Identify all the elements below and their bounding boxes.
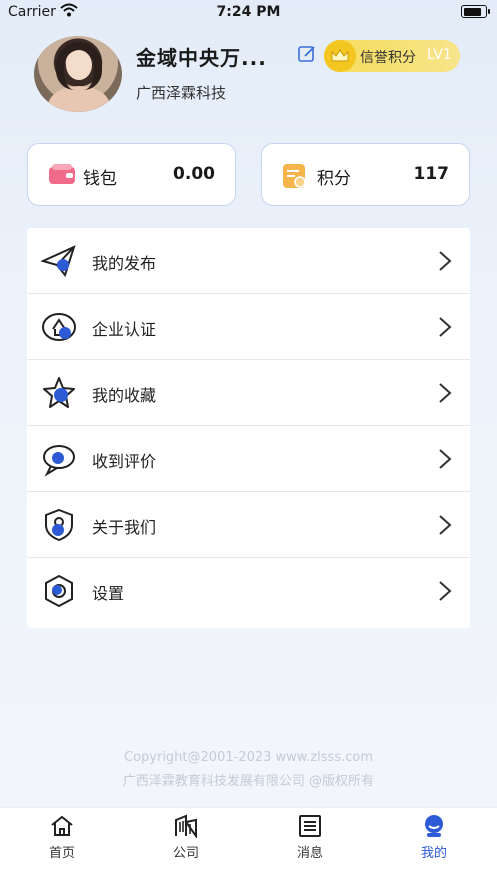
menu-list: 我的发布 企业认证 我的收藏 收到评价 关于我们 设置 — [27, 228, 470, 628]
wallet-icon — [48, 163, 75, 187]
wallet-label: 钱包 — [83, 169, 117, 189]
avatar[interactable] — [34, 36, 122, 112]
menu-item-label: 收到评价 — [92, 452, 157, 471]
message-list-icon — [298, 814, 322, 838]
tab-label: 我的 — [420, 846, 447, 861]
chevron-right-icon — [438, 382, 452, 404]
credit-badge[interactable]: 信誉积分 LV1 — [324, 40, 460, 72]
tab-label: 公司 — [172, 846, 199, 861]
wallet-card[interactable]: 钱包 0.00 — [27, 143, 236, 206]
enterprise-cert-icon — [41, 309, 77, 345]
menu-item-favorites[interactable]: 我的收藏 — [27, 360, 470, 426]
tab-messages[interactable]: 消息 — [248, 808, 372, 868]
menu-item-reviews[interactable]: 收到评价 — [27, 426, 470, 492]
points-card[interactable]: 积分 117 — [261, 143, 470, 206]
chevron-right-icon — [438, 448, 452, 470]
chevron-right-icon — [438, 316, 452, 338]
points-label: 积分 — [317, 169, 351, 189]
tab-profile[interactable]: 我的 — [372, 808, 496, 868]
chevron-right-icon — [438, 514, 452, 536]
chat-bubble-icon — [41, 441, 77, 477]
user-name: 金域中央万... — [136, 46, 267, 70]
tab-home[interactable]: 首页 — [0, 808, 124, 868]
chevron-right-icon — [438, 250, 452, 272]
menu-item-settings[interactable]: 设置 — [27, 558, 470, 624]
tab-label: 消息 — [296, 846, 323, 861]
company-copyright-text: 广西泽霖教育科技发展有限公司 @版权所有 — [122, 774, 375, 789]
tab-label: 首页 — [48, 846, 75, 861]
menu-item-about-us[interactable]: 关于我们 — [27, 492, 470, 558]
chevron-right-icon — [438, 580, 452, 602]
edit-icon[interactable] — [297, 44, 317, 64]
profile-header: 金域中央万... 广西泽霖科技 信誉积分 LV1 — [0, 32, 497, 122]
menu-item-label: 企业认证 — [92, 320, 157, 339]
credit-label: 信誉积分 — [360, 50, 416, 66]
menu-item-label: 我的收藏 — [92, 386, 157, 405]
star-icon — [41, 375, 77, 411]
menu-item-label: 我的发布 — [92, 254, 157, 273]
tab-bar: 首页 公司 消息 我的 — [0, 807, 497, 883]
profile-icon — [422, 814, 446, 838]
battery-icon — [461, 5, 490, 18]
copyright-text: Copyright@2001-2023 www.zlsss.com — [124, 750, 373, 765]
points-icon — [282, 163, 308, 188]
home-icon — [50, 814, 74, 838]
company-name: 广西泽霖科技 — [136, 84, 227, 102]
points-value: 117 — [413, 164, 450, 184]
status-bar: Carrier 7:24 PM — [0, 0, 497, 26]
menu-item-label: 关于我们 — [92, 518, 157, 537]
clock: 7:24 PM — [216, 4, 281, 20]
building-icon — [174, 814, 198, 840]
shield-user-icon — [41, 507, 77, 543]
menu-item-my-posts[interactable]: 我的发布 — [27, 228, 470, 294]
menu-item-label: 设置 — [92, 584, 125, 603]
settings-hex-icon — [41, 573, 77, 609]
paper-plane-icon — [40, 243, 77, 279]
menu-item-enterprise-cert[interactable]: 企业认证 — [27, 294, 470, 360]
wallet-value: 0.00 — [173, 164, 215, 184]
tab-company[interactable]: 公司 — [124, 808, 248, 868]
credit-level: LV1 — [427, 47, 452, 63]
crown-icon — [324, 40, 356, 72]
